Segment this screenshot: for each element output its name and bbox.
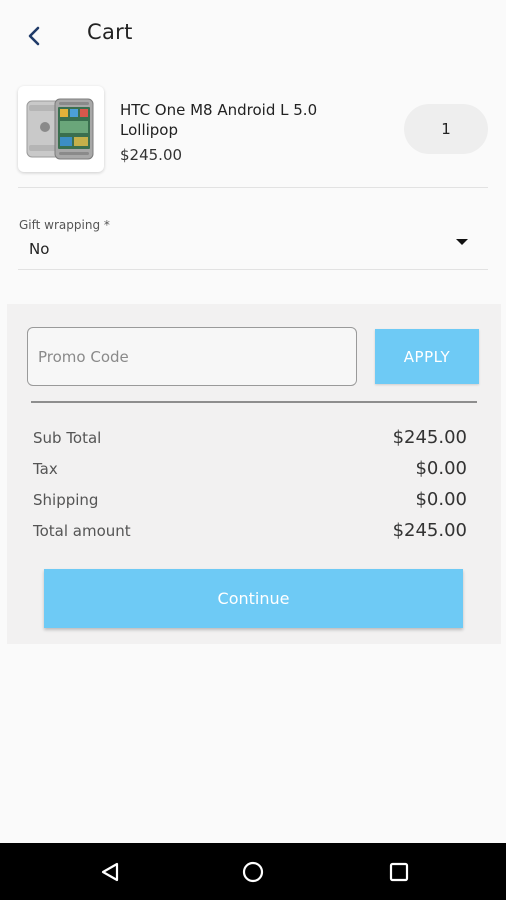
product-thumbnail[interactable] bbox=[18, 86, 104, 172]
promo-code-input[interactable] bbox=[27, 327, 357, 386]
summary-row-subtotal: Sub Total $245.00 bbox=[33, 422, 467, 453]
product-name[interactable]: HTC One M8 Android L 5.0 Lollipop bbox=[120, 100, 370, 140]
nav-recents-button[interactable] bbox=[384, 857, 414, 887]
summary-value: $245.00 bbox=[392, 520, 467, 541]
summary-value: $0.00 bbox=[415, 458, 467, 479]
system-nav-bar bbox=[0, 843, 506, 900]
summary-label: Shipping bbox=[33, 490, 99, 509]
square-recents-icon bbox=[389, 862, 409, 882]
quantity-selector[interactable]: 1 bbox=[404, 104, 488, 154]
continue-button[interactable]: Continue bbox=[44, 569, 463, 628]
back-button[interactable] bbox=[18, 20, 50, 52]
summary-row-shipping: Shipping $0.00 bbox=[33, 484, 467, 515]
summary-row-total: Total amount $245.00 bbox=[33, 515, 467, 546]
nav-home-button[interactable] bbox=[238, 857, 268, 887]
apply-button[interactable]: APPLY bbox=[375, 329, 479, 384]
product-price: $245.00 bbox=[120, 146, 183, 164]
chevron-left-icon bbox=[28, 26, 40, 46]
checkout-panel: APPLY Sub Total $245.00 Tax $0.00 Shippi… bbox=[7, 304, 501, 644]
gift-wrapping-value: No bbox=[29, 240, 50, 258]
nav-back-button[interactable] bbox=[95, 857, 125, 887]
smartphone-icon bbox=[26, 98, 94, 160]
summary-row-tax: Tax $0.00 bbox=[33, 453, 467, 484]
gift-wrapping-dropdown[interactable]: Gift wrapping * No bbox=[18, 214, 488, 270]
summary-value: $245.00 bbox=[392, 427, 467, 448]
page-title: Cart bbox=[87, 20, 133, 44]
app-bar: Cart bbox=[0, 0, 506, 70]
gift-wrapping-label: Gift wrapping * bbox=[19, 218, 110, 232]
divider bbox=[31, 401, 477, 403]
summary-label: Total amount bbox=[33, 521, 131, 540]
order-summary: Sub Total $245.00 Tax $0.00 Shipping $0.… bbox=[33, 422, 467, 546]
cart-item: HTC One M8 Android L 5.0 Lollipop $245.0… bbox=[18, 84, 488, 188]
summary-value: $0.00 bbox=[415, 489, 467, 510]
caret-down-icon bbox=[456, 239, 468, 245]
summary-label: Tax bbox=[33, 459, 58, 478]
summary-label: Sub Total bbox=[33, 428, 102, 447]
triangle-back-icon bbox=[101, 862, 119, 882]
circle-home-icon bbox=[242, 861, 264, 883]
